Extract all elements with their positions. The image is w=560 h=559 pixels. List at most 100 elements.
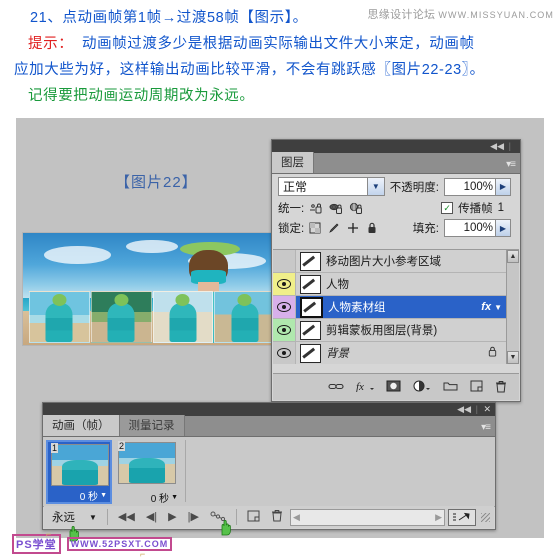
animation-frame[interactable]: 2 0 秒 ▼ (115, 440, 181, 505)
table-row[interactable]: 剪辑蒙板用图层(背景) (273, 319, 506, 342)
chevron-down-icon[interactable]: ▼ (89, 513, 97, 522)
bottom-watermark-brand: PS学堂 (12, 534, 61, 554)
frame-delay[interactable]: 0 秒 ▼ (115, 490, 181, 505)
scroll-up-arrow-icon[interactable]: ▲ (507, 250, 519, 263)
opacity-slider-arrow-icon[interactable]: ▶ (495, 177, 511, 196)
layer-list: 移动图片大小参考区域 人物 人物素材组 fx ▼ 剪辑蒙板用图层(背景) 背景 … (273, 249, 519, 364)
layer-name: 人物素材组 (328, 302, 386, 314)
table-row[interactable]: 人物 (273, 273, 506, 296)
tutorial-note-line: 记得要把动画运动周期改为永远。 (28, 88, 255, 104)
eye-icon (277, 279, 291, 289)
layer-list-scrollbar[interactable]: ▲ ▼ (506, 250, 519, 364)
new-layer-icon[interactable] (470, 380, 483, 394)
layer-thumbnail[interactable] (300, 251, 321, 271)
frame-delay-value: 0 秒 (79, 491, 99, 503)
collage-thumb (29, 291, 90, 343)
opacity-input[interactable]: 100% ▶ (444, 177, 511, 196)
layer-thumbnail[interactable] (300, 296, 323, 318)
panel-menu-icon[interactable]: ▾≡ (481, 422, 491, 433)
layer-style-fx-icon[interactable]: fx (356, 380, 374, 394)
tutorial-tip-line-2: 应加大些为好，这样输出动画比较平滑，不会有跳跃感〖图片22-23〗。 (14, 62, 485, 78)
layer-visibility-toggle[interactable] (273, 319, 296, 341)
unify-visibility-icon[interactable] (329, 202, 344, 215)
animation-panel: ◀◀ | ✕ 动画（帧） 测量记录 ▾≡ 1 0 秒 ▼ 2 0 秒 ▼ 永远 ▼ (42, 402, 496, 530)
layer-name: 剪辑蒙板用图层(背景) (326, 325, 438, 337)
unify-row: 统一: ✓ 传播帧 1 (272, 199, 520, 217)
animation-panel-toolbar: 永远 ▼ ◀◀ ◀| ▶ |▶ ◀ ▶ (44, 506, 494, 528)
fill-value: 100% (463, 222, 493, 234)
delete-frame-icon[interactable] (267, 509, 287, 525)
layer-thumbnail[interactable] (300, 343, 321, 363)
layer-style-fx-icon[interactable]: fx (481, 301, 491, 313)
layers-panel-toolbar: fx (273, 373, 519, 400)
animation-horizontal-scrollbar[interactable]: ◀ ▶ (289, 508, 445, 526)
opacity-label: 不透明度: (389, 181, 439, 194)
tab-animation-frames[interactable]: 动画（帧） (43, 415, 120, 436)
lock-all-icon[interactable] (366, 222, 380, 235)
blend-opacity-row: 正常 ▼ 不透明度: 100% ▶ (272, 174, 520, 199)
lock-image-icon[interactable] (328, 222, 342, 235)
tween-frames-icon[interactable] (206, 511, 230, 524)
chevron-down-icon[interactable]: ▼ (100, 492, 107, 499)
layer-thumbnail[interactable] (300, 274, 321, 294)
collapse-panel-icon[interactable]: ◀◀ (490, 141, 504, 152)
play-animation-icon[interactable]: ▶ (164, 511, 180, 523)
delete-layer-icon[interactable] (495, 380, 507, 395)
fill-slider-arrow-icon[interactable]: ▶ (495, 219, 511, 237)
layer-visibility-toggle[interactable] (273, 296, 296, 318)
select-next-frame-icon[interactable]: |▶ (184, 511, 203, 523)
eye-icon (277, 348, 291, 358)
blend-mode-select[interactable]: 正常 ▼ (278, 177, 385, 196)
frame-thumbnail (51, 444, 109, 486)
tab-layers[interactable]: 图层 (272, 152, 314, 173)
add-layer-mask-icon[interactable] (386, 380, 401, 394)
scroll-left-arrow-icon[interactable]: ◀ (293, 512, 300, 523)
blend-mode-value: 正常 (283, 180, 308, 194)
tab-measurement-log[interactable]: 测量记录 (119, 415, 185, 436)
select-first-frame-icon[interactable]: ◀◀ (114, 511, 139, 523)
panel-menu-icon[interactable]: ▾≡ (506, 159, 516, 170)
svg-text:fx: fx (356, 381, 364, 392)
panel-divider-icon: | (508, 141, 511, 151)
select-previous-frame-icon[interactable]: ◀| (142, 511, 161, 523)
link-layers-icon[interactable] (328, 381, 344, 394)
lock-transparency-icon[interactable] (309, 222, 323, 235)
collage-thumb (152, 291, 214, 343)
table-row[interactable]: 背景 (273, 342, 506, 364)
top-watermark: 思缘设计论坛 WWW.MISSYUAN.COM (368, 6, 555, 22)
loop-option-value: 永远 (52, 512, 75, 524)
bottom-watermark: PS学堂 WWW.52PSXT.COM (12, 534, 173, 554)
adjustment-layer-icon[interactable] (413, 380, 431, 394)
layer-visibility-toggle[interactable] (273, 273, 296, 295)
lock-position-icon[interactable] (347, 222, 361, 235)
collapse-panel-icon[interactable]: ◀◀ (457, 404, 471, 415)
close-icon[interactable]: ✕ (483, 404, 491, 415)
chevron-down-icon[interactable]: ▼ (171, 494, 178, 501)
frame-delay[interactable]: 0 秒 ▼ (48, 488, 110, 503)
fill-input[interactable]: 100% ▶ (444, 219, 511, 237)
layer-visibility-toggle[interactable] (273, 342, 296, 364)
table-row[interactable]: 人物素材组 fx ▼ (273, 296, 506, 319)
layer-visibility-toggle[interactable] (273, 250, 296, 272)
animation-frame[interactable]: 1 0 秒 ▼ (46, 440, 112, 504)
new-group-icon[interactable] (443, 380, 458, 394)
layers-panel: ◀◀ | 图层 ▾≡ 正常 ▼ 不透明度: 100% ▶ 统一: ✓ 传播帧 1 (271, 139, 521, 402)
animation-panel-tabrow: 动画（帧） 测量记录 ▾≡ (43, 415, 495, 437)
table-row[interactable]: 移动图片大小参考区域 (273, 250, 506, 273)
layer-thumbnail[interactable] (300, 320, 321, 340)
fill-label: 填充: (412, 223, 439, 235)
unify-position-icon[interactable] (309, 202, 324, 215)
resize-grip-icon[interactable] (481, 512, 490, 522)
frame-thumbnail (118, 442, 176, 484)
corner-mark-icon: ⌐ (46, 529, 52, 539)
loop-option-select[interactable]: 永远 ▼ (48, 509, 101, 525)
chevron-down-icon[interactable]: ▼ (366, 178, 384, 195)
unify-label: 统一: (278, 203, 305, 215)
duplicate-frame-icon[interactable] (243, 510, 264, 525)
scroll-down-arrow-icon[interactable]: ▼ (507, 351, 519, 364)
propagate-frames-checkbox[interactable]: ✓ (441, 202, 454, 214)
scroll-right-arrow-icon[interactable]: ▶ (435, 512, 442, 523)
unify-style-icon[interactable] (349, 202, 364, 215)
chevron-down-icon[interactable]: ▼ (494, 303, 502, 312)
convert-to-timeline-icon[interactable] (448, 508, 476, 526)
